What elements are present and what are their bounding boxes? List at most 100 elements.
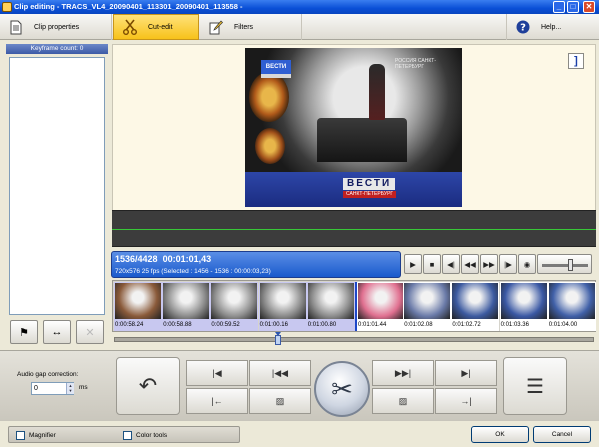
add-keyframe-flag-button[interactable]: ⚑ <box>10 320 38 344</box>
position-info-panel: 1536/4428 00:01:01,43 720x576 25 fps (Se… <box>111 251 401 278</box>
app-icon <box>2 2 12 12</box>
mark-in-left-icon: |◀ <box>212 367 222 378</box>
undo-cut-button[interactable]: ↶ <box>116 357 180 415</box>
edit-controls: Audio gap correction: ▲▼ ms ↶ |◀ |◀◀ ▶▶|… <box>0 350 599 420</box>
footer-bar: Magnifier Color tools OK Cancel <box>0 420 599 447</box>
go-mark-out-icon: ▶▶| <box>394 367 412 378</box>
maximize-button[interactable]: □ <box>567 1 579 13</box>
tab-filters[interactable]: Filters <box>200 14 302 40</box>
help-button[interactable]: ? Help... <box>506 14 599 40</box>
select-out-range-button[interactable]: ▨ <box>372 388 434 414</box>
set-in-icon: |← <box>211 396 223 406</box>
flag-icon: ⚑ <box>19 326 29 339</box>
scrollbar-thumb[interactable] <box>274 335 281 345</box>
filmstrip-frame[interactable]: 0:01:04.00 <box>547 282 596 331</box>
frame-timecode: 0:00:58.88 <box>163 322 192 328</box>
prev-frame-button[interactable]: ◀| <box>442 254 460 274</box>
magnifier-checkbox[interactable] <box>16 431 25 440</box>
spread-arrows-icon: ↔ <box>51 326 63 338</box>
frame-thumbnail <box>404 283 451 319</box>
position-readout: 1536/4428 00:01:01,43 <box>115 254 211 265</box>
volume-track <box>542 264 588 267</box>
frame-timecode: 0:00:58.24 <box>115 322 144 328</box>
frame-timecode: 0:01:04.00 <box>548 322 578 328</box>
range-out-icon: ▨ <box>398 395 408 406</box>
magnifier-label[interactable]: Magnifier <box>29 431 56 440</box>
document-icon <box>8 18 24 36</box>
frame-thumbnail <box>358 283 403 319</box>
svg-text:?: ? <box>520 23 526 34</box>
audio-waveform[interactable] <box>112 210 596 247</box>
speaker-icon[interactable]: ◉ <box>518 254 536 274</box>
cut-button[interactable]: ✂ <box>314 361 370 417</box>
view-options: Magnifier Color tools <box>8 426 240 443</box>
keyframe-panel: Keyframe count: 0 <box>6 44 108 350</box>
frame-thumbnail <box>548 283 595 319</box>
audio-gap-unit: ms <box>79 384 88 391</box>
select-in-range-button[interactable]: ▨ <box>249 388 311 414</box>
tab-label: Filters <box>234 23 254 31</box>
stop-button[interactable]: ■ <box>423 254 441 274</box>
minimize-button[interactable]: _ <box>553 1 565 13</box>
filmstrip-frame[interactable]: 0:01:03.36 <box>499 282 548 331</box>
delete-icon: ✕ <box>85 326 95 339</box>
rewind-button[interactable]: ◀◀ <box>461 254 479 274</box>
set-out-icon: →| <box>460 396 472 406</box>
go-mark-in-icon: |◀◀ <box>271 367 289 378</box>
ok-button[interactable]: OK <box>471 426 529 443</box>
filmstrip-frame[interactable]: 0:00:59.52 <box>210 282 259 331</box>
channel-logo: ВЕСТИ <box>261 60 291 74</box>
keyframe-list[interactable] <box>9 57 105 315</box>
filmstrip-frame[interactable]: 0:01:00.80 <box>306 282 355 331</box>
tab-label: Clip properties <box>34 23 80 31</box>
title-bar[interactable]: Clip editing - TRACS_VL4_20090401_113301… <box>0 0 599 14</box>
audio-gap-spinner[interactable]: ▲ ▼ <box>66 383 74 394</box>
filmstrip-frame[interactable]: 0:00:58.24 <box>114 282 162 331</box>
filmstrip-frame[interactable]: 0:01:02.72 <box>451 282 500 331</box>
filmstrip-frame[interactable]: 0:01:02.08 <box>403 282 452 331</box>
filmstrip-frame[interactable]: 0:01:01.44 <box>355 282 403 331</box>
clip-editing-window: Clip editing - TRACS_VL4_20090401_113301… <box>0 0 599 447</box>
delete-keyframe-button[interactable]: ✕ <box>76 320 104 344</box>
mark-out-right-icon: ▶| <box>461 367 471 378</box>
volume-knob[interactable] <box>567 259 573 271</box>
next-frame-button[interactable]: |▶ <box>499 254 517 274</box>
frame-timecode: 0:01:00.16 <box>259 322 288 328</box>
help-label: Help... <box>541 23 562 31</box>
spread-keyframes-button[interactable]: ↔ <box>43 320 71 344</box>
timecode: 00:01:01,43 <box>162 254 212 264</box>
set-in-button[interactable]: |← <box>186 388 248 414</box>
filmstrip-frame[interactable]: 0:01:00.16 <box>258 282 307 331</box>
fast-forward-button[interactable]: ▶▶ <box>480 254 498 274</box>
timeline-scrollbar[interactable] <box>114 332 594 345</box>
play-button[interactable]: ▶ <box>404 254 422 274</box>
mark-in-left-button[interactable]: |◀ <box>186 360 248 386</box>
close-button[interactable]: ✕ <box>583 1 595 13</box>
cut-list-button[interactable]: ☰ <box>503 357 567 415</box>
filmstrip-frame[interactable]: 0:00:58.88 <box>162 282 211 331</box>
video-banner-city: САНКТ-ПЕТЕРБУРГ <box>343 191 397 198</box>
video-frame[interactable]: ВЕСТИ РОССИЯ САНКТ-ПЕТЕРБУРГ ВЕСТИ САНКТ… <box>245 48 462 207</box>
scissors-icon <box>122 18 138 36</box>
frame-timecode: 0:01:01.44 <box>358 322 387 328</box>
mark-out-right-button[interactable]: ▶| <box>435 360 497 386</box>
go-mark-out-button[interactable]: ▶▶| <box>372 360 434 386</box>
go-mark-in-button[interactable]: |◀◀ <box>249 360 311 386</box>
color-tools-checkbox[interactable] <box>123 431 132 440</box>
filmstrip[interactable]: 0:00:58.24 0:00:58.88 0:00:59.52 0:01:00.16… <box>112 280 596 332</box>
video-performer <box>369 64 385 120</box>
frame-timecode: 0:01:00.80 <box>307 322 337 328</box>
waveform-line <box>112 229 596 230</box>
set-out-button[interactable]: →| <box>435 388 497 414</box>
volume-slider[interactable] <box>537 254 592 274</box>
tab-clip-properties[interactable]: Clip properties <box>0 14 112 40</box>
frame-thumbnail <box>115 283 161 319</box>
tab-cut-edit[interactable]: Cut-edit <box>113 14 199 40</box>
video-sunflower <box>249 72 289 122</box>
color-tools-label[interactable]: Color tools <box>136 431 167 440</box>
video-banner-title: ВЕСТИ <box>343 178 396 190</box>
fit-view-button[interactable]: ] <box>568 53 584 69</box>
undo-arrow-icon: ↶ <box>138 373 158 398</box>
mode-toolbar: Clip properties Cut-edit Filters ? Help.… <box>0 14 599 40</box>
cancel-button[interactable]: Cancel <box>533 426 591 443</box>
